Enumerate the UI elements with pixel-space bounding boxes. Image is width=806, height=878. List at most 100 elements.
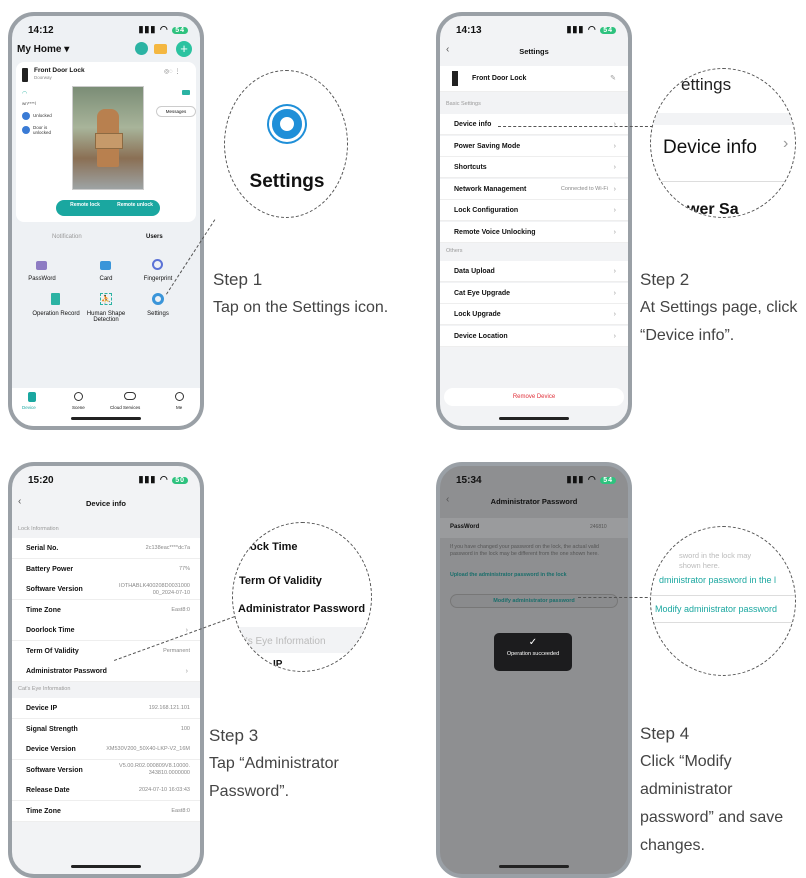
step-2-text: At Settings page, click “Device info”.	[640, 299, 798, 344]
signal-wifi-battery-icon: ▮▮▮ ◠ 50	[138, 474, 188, 485]
human-shape-icon[interactable]: ⛹	[100, 293, 112, 305]
me-nav-icon[interactable]	[175, 392, 184, 401]
row-label: Term Of Validity	[26, 647, 79, 655]
callout-chevron: ›	[783, 135, 789, 152]
door-status: Door is unlocked	[33, 125, 52, 135]
row-label: Device Location	[454, 332, 508, 340]
device-name: Front Door Lock	[472, 75, 527, 82]
settings-row-0[interactable]: Device info ›	[440, 114, 628, 135]
grid-label-fingerprint: Fingerprint	[143, 276, 173, 282]
lock-info-row-3[interactable]: Time Zone East8:0	[12, 599, 200, 621]
callout-line-4	[578, 597, 658, 598]
toast-message: Operation succeeded	[506, 651, 560, 657]
callout-upload-fragment: dministrator password in the l	[659, 575, 777, 585]
cat-info-row-0[interactable]: Device IP 192.168.121.101	[12, 698, 200, 719]
grid-label-human-shape: Human Shape Detection	[86, 311, 126, 323]
row-label: Time Zone	[26, 606, 61, 614]
chevron-right-icon: ›	[613, 164, 616, 171]
status-time: 14:12	[28, 25, 54, 36]
settings-row-3[interactable]: Network Management Connected to Wi-Fi ›	[440, 178, 628, 200]
row-value: 77%	[178, 565, 190, 572]
page-title: Settings	[519, 47, 549, 56]
section-others: Others	[446, 248, 463, 254]
row-label: Release Date	[26, 787, 70, 794]
settings-icon[interactable]	[152, 293, 164, 305]
remove-device-button[interactable]: Remove Device	[444, 388, 624, 406]
settings-row-4[interactable]: Lock Configuration ›	[440, 200, 628, 221]
row-label: Power Saving Mode	[454, 142, 521, 150]
remote-lock-button[interactable]: Remote lock	[64, 202, 106, 208]
edit-icon[interactable]: ✎	[610, 66, 616, 92]
others-row-2[interactable]: Lock Upgrade ›	[440, 304, 628, 325]
lock-info-row-0[interactable]: Serial No. 2c138eac****dc7a	[12, 538, 200, 559]
password-label: PassWord	[450, 524, 480, 530]
remote-lock-label: Remote lock	[70, 202, 100, 208]
lock-info-row-5[interactable]: Term Of Validity Permanent	[12, 640, 200, 662]
page-title: Administrator Password	[490, 497, 578, 506]
lock-info-row-1[interactable]: Battery Power 77%	[12, 558, 200, 580]
cat-info-row-1[interactable]: Signal Strength 100	[12, 718, 200, 740]
nav-scene[interactable]: Scene	[72, 405, 85, 410]
wifi-icon: ◠	[22, 91, 28, 97]
wifi-name: wn****l	[22, 101, 36, 106]
card-icon[interactable]	[100, 261, 111, 270]
nav-me[interactable]: Me	[176, 405, 182, 410]
password-info-text: If you have changed your password on the…	[450, 544, 599, 557]
messages-button[interactable]: Messages	[156, 106, 196, 117]
step-4-title: Step 4	[640, 724, 690, 743]
phone-screen-settings: 14:13 ▮▮▮ ◠ 54 ‹ Settings Front Door Lock…	[436, 12, 632, 430]
tab-notification[interactable]: Notification	[52, 234, 82, 240]
password-icon	[36, 261, 47, 270]
modify-password-label: Modify administrator password	[493, 598, 575, 604]
cat-info-row-3[interactable]: Software Version V5.00.R02.000809V8.10000…	[12, 759, 200, 781]
home-indicator	[499, 417, 569, 420]
step-4: Step 4 Click “Modify administrator passwo…	[640, 720, 806, 860]
upload-password-link[interactable]: Upload the administrator password in the…	[450, 572, 567, 578]
settings-row-1[interactable]: Power Saving Mode ›	[440, 135, 628, 157]
row-value: 2024-07-10 16:03:43	[138, 787, 190, 793]
settings-row-2[interactable]: Shortcuts ›	[440, 157, 628, 178]
camera-feed[interactable]	[72, 86, 144, 190]
cat-info-row-4[interactable]: Release Date 2024-07-10 16:03:43	[12, 780, 200, 801]
cloud-nav-icon[interactable]	[124, 392, 136, 400]
callout-cats-eye: t's Eye Information	[243, 636, 326, 647]
nav-device[interactable]: Device	[22, 405, 36, 410]
messages-label: Messages	[165, 109, 187, 114]
row-value: East8:0	[171, 606, 190, 613]
others-row-1[interactable]: Cat Eye Upgrade ›	[440, 282, 628, 304]
callout-divider-2	[651, 181, 795, 182]
folder-icon[interactable]	[154, 44, 167, 54]
settings-gear-icon	[272, 109, 302, 139]
lock-device-icon	[22, 68, 28, 82]
cat-info-row-2[interactable]: Device Version XM530V200_50X40-LKP-V2_16M	[12, 739, 200, 760]
add-icon[interactable]: +	[176, 41, 192, 57]
others-row-0[interactable]: Data Upload ›	[440, 261, 628, 282]
grid-item-password[interactable]	[36, 261, 47, 273]
fingerprint-icon[interactable]	[152, 259, 163, 270]
lock-info-row-6[interactable]: Administrator Password ›	[12, 661, 200, 682]
section-cats-eye: Cat's Eye Information	[18, 686, 71, 692]
others-row-3[interactable]: Device Location ›	[440, 325, 628, 347]
grid-label-password: PassWord	[28, 276, 56, 282]
device-nav-icon[interactable]	[28, 392, 36, 402]
cat-info-row-5[interactable]: Time Zone East8:0	[12, 800, 200, 822]
chevron-right-icon: ›	[613, 268, 616, 275]
device-name[interactable]: Front Door Lock	[34, 67, 85, 74]
status-bar: 14:12 ▮▮▮ ◠ 54	[12, 16, 200, 42]
page-title: Device info	[85, 499, 126, 508]
settings-callout-text: Settings	[249, 171, 325, 192]
tab-users[interactable]: Users	[146, 234, 163, 240]
camera-icon[interactable]	[135, 42, 148, 55]
home-indicator	[71, 417, 141, 420]
checkmark-icon: ✓	[528, 637, 538, 648]
more-icon[interactable]: ◎◌ ⋮	[164, 68, 180, 75]
scene-nav-icon[interactable]	[74, 392, 83, 401]
remote-unlock-button[interactable]: Remote unlock	[114, 202, 156, 208]
home-selector[interactable]: My Home ▾	[17, 44, 69, 55]
zoom-callout-modify-password: sword in the lock may shown here. dminis…	[650, 526, 796, 676]
password-value: 246810	[590, 524, 607, 530]
lock-info-row-2[interactable]: Software Version IOTHABLK400208D0031000 0…	[12, 579, 200, 600]
nav-cloud-services[interactable]: Cloud Services	[110, 405, 140, 410]
operation-record-icon[interactable]	[51, 293, 60, 305]
settings-row-5[interactable]: Remote Voice Unlocking ›	[440, 221, 628, 243]
